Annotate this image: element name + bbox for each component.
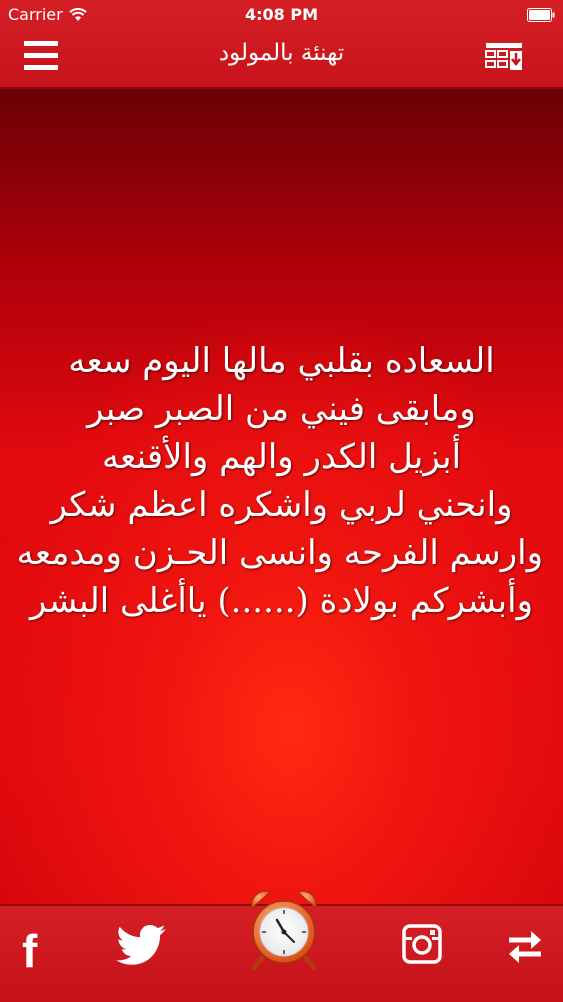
poem-line: ومابقى فيني من الصبر صبر xyxy=(87,389,476,429)
poem-text: السعاده بقلبي مالها اليوم سعه ومابقى فين… xyxy=(16,337,543,625)
hamburger-line xyxy=(24,65,58,70)
twitter-icon[interactable] xyxy=(116,924,166,966)
instagram-icon[interactable] xyxy=(402,924,442,964)
sync-icon[interactable] xyxy=(505,926,545,966)
page-title: تهنئة بالمولود xyxy=(218,40,345,66)
alarm-clock-icon[interactable] xyxy=(244,886,324,972)
hamburger-line xyxy=(24,53,58,58)
menu-button[interactable] xyxy=(24,41,58,73)
top-bar: Carrier 4:08 PM تهنئة بالمولود xyxy=(0,0,563,89)
status-time: 4:08 PM xyxy=(244,5,318,24)
facebook-icon[interactable]: f xyxy=(22,924,37,978)
battery-icon xyxy=(527,8,555,22)
poem-line: السعاده بقلبي مالها اليوم سعه xyxy=(68,341,495,381)
status-bar: Carrier 4:08 PM xyxy=(0,0,563,30)
poem-line: أبزيل الكدر والهم والأقنعه xyxy=(101,437,462,477)
poem-line: وارسم الفرحه وانسى الحـزن ومدمعه xyxy=(16,533,543,573)
hamburger-icon xyxy=(24,41,58,46)
poem-panel: السعاده بقلبي مالها اليوم سعه ومابقى فين… xyxy=(0,89,563,904)
poem-line: وانحني لربي واشكره اعظم شكر xyxy=(50,485,513,525)
poem-line: وأبشركم بولادة (......) ياأغلى البشر xyxy=(29,581,533,621)
grid-download-icon[interactable] xyxy=(485,42,523,72)
